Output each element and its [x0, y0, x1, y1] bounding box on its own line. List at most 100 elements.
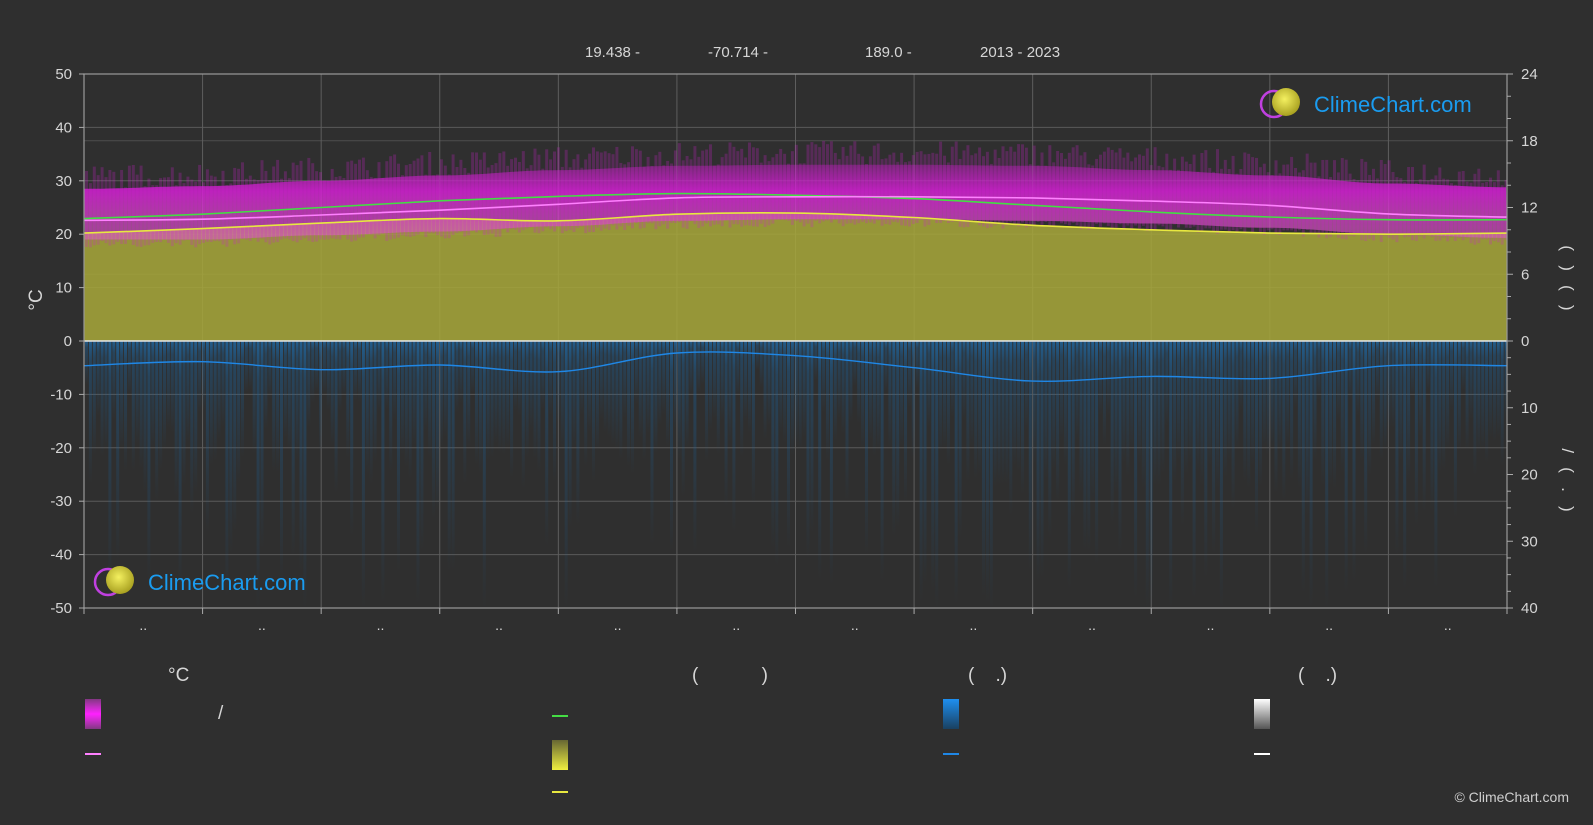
temp-daily-bar — [521, 151, 525, 231]
temp-daily-bar — [237, 168, 241, 244]
temp-daily-bar — [642, 166, 646, 228]
temp-daily-bar — [85, 171, 88, 247]
rain-bar — [322, 341, 326, 394]
temp-daily-bar — [1274, 160, 1278, 235]
rain-bar — [198, 341, 202, 413]
legend-temp-title: °C — [168, 665, 190, 686]
rain-bar — [790, 341, 794, 456]
temp-daily-bar — [693, 146, 697, 225]
temp-daily-bar — [412, 160, 416, 236]
rain-bar — [221, 341, 225, 427]
temp-daily-bar — [447, 174, 451, 239]
temp-daily-bar — [127, 165, 131, 240]
temp-daily-bar — [1060, 153, 1063, 224]
temp-daily-bar — [911, 155, 915, 224]
rain-bar — [319, 341, 322, 453]
x-tick-label: .. — [1207, 617, 1215, 633]
rain-bar — [1465, 341, 1469, 451]
rain-bar — [966, 341, 970, 482]
header-elevation: 189.0 - — [865, 44, 912, 61]
rain-bar — [112, 341, 116, 420]
right-axis-sun-ticks: 24 18 12 6 0 — [1507, 66, 1538, 350]
rain-bar — [342, 341, 346, 396]
temp-daily-bar — [334, 176, 338, 240]
rain-bar — [1227, 341, 1231, 461]
temp-daily-bar — [108, 170, 112, 246]
rain-bar — [1130, 341, 1134, 452]
temp-daily-bar — [1453, 184, 1457, 241]
temp-daily-bar — [451, 154, 455, 235]
temp-daily-bar — [1426, 180, 1430, 236]
legend-snow-swatch — [1254, 699, 1270, 729]
temp-daily-bar — [849, 145, 853, 224]
rain-bar — [650, 341, 654, 545]
rain-bar — [494, 341, 498, 443]
temp-daily-bar — [131, 165, 135, 245]
rain-bar — [572, 341, 576, 448]
rain-bar — [159, 341, 163, 470]
rain-bar — [853, 341, 857, 386]
rain-bar — [978, 341, 982, 475]
rain-bar — [670, 341, 673, 552]
right-sun-tick-label: 12 — [1521, 200, 1538, 217]
rain-bar — [716, 341, 720, 455]
temp-daily-bar — [1391, 172, 1395, 240]
x-tick-label: .. — [377, 617, 385, 633]
rain-bar — [1114, 341, 1118, 493]
left-tick-label: 10 — [55, 280, 72, 297]
brand-name-top: ClimeChart.com — [1314, 92, 1472, 117]
rain-bar — [1414, 341, 1418, 526]
temp-daily-bar — [595, 151, 599, 228]
temp-daily-bar — [1403, 182, 1407, 238]
temp-daily-bar — [755, 148, 759, 227]
rain-bar — [393, 341, 397, 420]
temp-daily-bar — [104, 177, 108, 244]
rain-bar — [1325, 341, 1329, 608]
temp-daily-bar — [1411, 167, 1414, 241]
temp-daily-bar — [993, 149, 997, 226]
temp-daily-bar — [978, 147, 982, 226]
rain-bar — [1438, 341, 1442, 473]
temp-daily-bar — [439, 159, 443, 237]
temp-daily-bar — [381, 177, 385, 234]
brand-name-bottom: ClimeChart.com — [148, 570, 306, 595]
x-tick-label: .. — [139, 617, 147, 633]
temp-daily-bar — [346, 161, 350, 240]
rain-bar — [1309, 341, 1313, 608]
x-tick-label: .. — [614, 617, 622, 633]
rain-bar — [88, 341, 92, 484]
temp-daily-bar — [1149, 165, 1153, 231]
temp-daily-bar — [1017, 144, 1021, 227]
rain-bar — [857, 341, 861, 424]
temp-daily-bar — [155, 185, 159, 242]
temp-daily-bar — [623, 164, 627, 230]
rain-bar — [794, 341, 798, 446]
temp-daily-bar — [120, 170, 124, 244]
right-rain-tick-label: 10 — [1521, 400, 1538, 417]
left-tick-label: 30 — [55, 173, 72, 190]
rain-bar — [120, 341, 124, 449]
temp-daily-bar — [872, 145, 876, 224]
temp-daily-bar — [1258, 167, 1262, 234]
temp-daily-bar — [1461, 171, 1465, 241]
rain-bar — [1255, 341, 1258, 534]
rain-bar — [822, 341, 826, 413]
rain-bar — [1473, 341, 1477, 475]
rain-bar — [217, 341, 221, 439]
temp-daily-bar — [1262, 163, 1266, 235]
rain-bar — [962, 341, 966, 421]
temp-daily-bar — [720, 157, 724, 227]
rain-bar — [888, 341, 892, 448]
temp-daily-bar — [1177, 169, 1180, 228]
temp-daily-bar — [213, 176, 217, 241]
temp-daily-bar — [1134, 157, 1138, 226]
temp-daily-bar — [1387, 160, 1391, 238]
rain-bar — [459, 341, 463, 404]
temp-daily-bar — [1130, 161, 1134, 230]
temp-daily-bar — [974, 153, 978, 222]
rain-bar — [1274, 341, 1278, 493]
temp-daily-bar — [260, 160, 264, 239]
rain-bar — [1177, 341, 1180, 460]
temp-daily-bar — [443, 165, 447, 239]
rain-bar — [615, 341, 619, 450]
